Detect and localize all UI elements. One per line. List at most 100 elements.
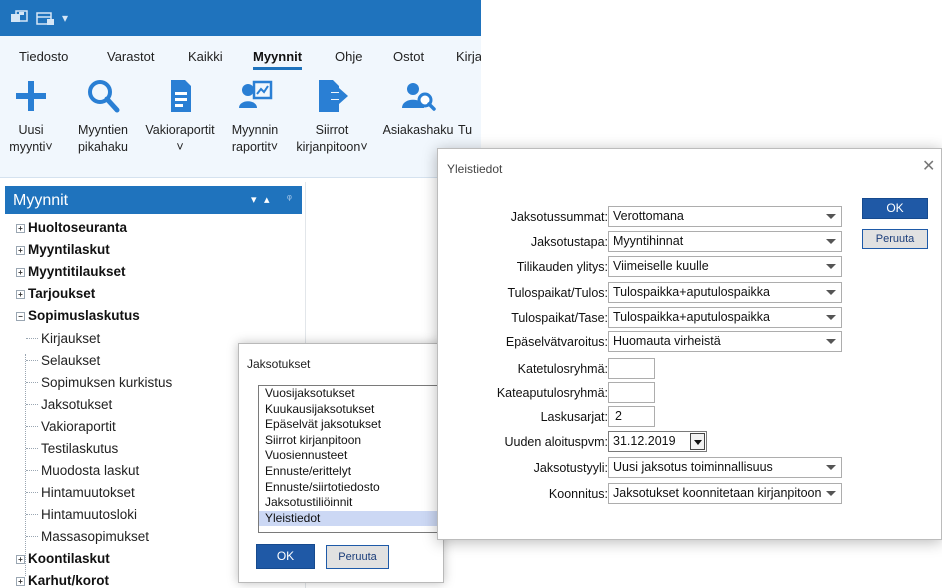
tree-item-hintamuutosloki[interactable]: Hintamuutosloki (5, 504, 137, 526)
tree-connector (26, 360, 38, 361)
calendar-dropdown-icon[interactable] (690, 433, 705, 450)
quick-search-button[interactable]: Myyntien pikahaku (70, 78, 136, 156)
jaksotussummat-select[interactable]: Verottomana (608, 206, 842, 227)
tree-item-label: Myyntitilaukset (28, 264, 126, 279)
list-item[interactable]: Vuosijaksotukset (259, 386, 442, 402)
start-date-picker[interactable]: 31.12.2019 (608, 431, 707, 452)
standard-reports-button[interactable]: Vakioraportit ˅ (137, 78, 223, 156)
transfer-to-accounting-button[interactable]: Siirrot kirjanpitoon˅ (288, 78, 376, 156)
close-icon[interactable]: ✕ (922, 156, 935, 176)
tree-item-sopimuslaskutus[interactable]: − Sopimuslaskutus (5, 306, 140, 326)
ok-button[interactable]: OK (862, 198, 928, 219)
customer-search-icon (402, 83, 436, 111)
laskusarjat-input[interactable]: 2 (608, 406, 655, 427)
tab-kaikki[interactable]: Kaikki (188, 49, 223, 64)
tab-ostot[interactable]: Ostot (393, 49, 424, 64)
new-sale-button[interactable]: Uusi myynti˅ (0, 78, 62, 156)
tab-kirjanpito[interactable]: Kirja (456, 49, 481, 64)
tree-item-label: Jaksotukset (41, 397, 113, 412)
export-arrow-icon (319, 80, 348, 112)
tree-item-sopimuksen-kurkistus[interactable]: Sopimuksen kurkistus (5, 372, 172, 394)
list-item[interactable]: Epäselvät jaksotukset (259, 417, 442, 433)
expand-icon[interactable]: + (16, 268, 25, 277)
dropdown-marker: ˅ (360, 140, 368, 154)
katetulosryhma-input[interactable] (608, 358, 655, 379)
dialog-title: Yleistiedot (447, 162, 503, 176)
ok-button[interactable]: OK (256, 544, 315, 569)
list-item[interactable]: Siirrot kirjanpitoon (259, 433, 442, 449)
tree-item-koontilaskut[interactable]: + Koontilaskut (5, 549, 110, 569)
tree-item-kirjaukset[interactable]: Kirjaukset (5, 328, 100, 350)
customer-search-button[interactable]: Asiakashaku (379, 78, 457, 139)
list-item[interactable]: Kuukausijaksotukset (259, 402, 442, 418)
expand-icon[interactable]: + (16, 290, 25, 299)
save-icon[interactable] (10, 10, 30, 29)
field-label: Epäselvätvaroitus: (505, 335, 608, 349)
tree-item-huoltoseuranta[interactable]: + Huoltoseuranta (5, 218, 127, 238)
select-value: Tulospaikka+aputulospaikka (613, 285, 770, 299)
jaksotukset-listbox[interactable]: Vuosijaksotukset Kuukausijaksotukset Epä… (258, 385, 443, 533)
tree-item-tarjoukset[interactable]: + Tarjoukset (5, 284, 95, 304)
field-label: Koonnitus: (548, 487, 608, 501)
cut-off-ribbon-button[interactable]: Tu (458, 78, 481, 139)
cancel-button[interactable]: Peruuta (326, 545, 389, 569)
field-label: Jaksotussummat: (510, 210, 608, 224)
tree-item-karhut-korot[interactable]: + Karhut/korot (5, 571, 109, 588)
tree-item-myyntilaskut[interactable]: + Myyntilaskut (5, 240, 110, 260)
chevron-down-icon (826, 339, 836, 344)
sales-reports-label-2: raportit (231, 140, 271, 154)
pin-icon[interactable]: ᵠ (287, 193, 292, 205)
expand-icon[interactable]: + (16, 246, 25, 255)
tab-myynnit[interactable]: Myynnit (253, 49, 303, 70)
chart-report-icon (239, 80, 273, 108)
cancel-button[interactable]: Peruuta (862, 229, 928, 249)
calendar-icon[interactable] (36, 10, 56, 29)
tree-item-selaukset[interactable]: Selaukset (5, 350, 100, 372)
sales-reports-button[interactable]: Myynnin raportit˅ (224, 78, 286, 156)
expand-icon[interactable]: + (16, 555, 25, 564)
new-sale-label-2: myynti (9, 140, 46, 154)
list-item[interactable]: Vuosiennusteet (259, 448, 442, 464)
tree-connector (26, 382, 38, 383)
tab-varastot[interactable]: Varastot (107, 49, 154, 64)
koonnitus-select[interactable]: Jaksotukset koonnitetaan kirjanpitoon (608, 483, 842, 504)
customize-quick-access-icon[interactable]: ▾ (62, 11, 68, 25)
chevron-down-icon[interactable]: ▾ (251, 193, 257, 206)
list-item-selected[interactable]: Yleistiedot (259, 510, 442, 527)
chevron-down-icon (826, 214, 836, 219)
yleistiedot-dialog: Yleistiedot ✕ Jaksotussummat: Verottoman… (437, 148, 942, 540)
tree-item-label: Hintamuutokset (41, 485, 135, 500)
tree-item-label: Huoltoseuranta (28, 220, 128, 235)
list-item[interactable]: Jaksotustiliöinnit (259, 495, 442, 511)
tilikauden-ylitys-select[interactable]: Viimeiselle kuulle (608, 256, 842, 277)
tree-item-massasopimukset[interactable]: Massasopimukset (5, 526, 149, 548)
tree-item-testilaskutus[interactable]: Testilaskutus (5, 438, 118, 460)
list-item[interactable]: Ennuste/erittelyt (259, 464, 442, 480)
kateaputulosryhma-input[interactable] (608, 382, 655, 403)
select-value: Verottomana (613, 209, 684, 223)
chevron-up-icon[interactable]: ▴ (264, 193, 270, 206)
tree-item-label: Testilaskutus (41, 441, 119, 456)
new-sale-label-1: Uusi (18, 123, 44, 137)
tree-item-label: Koontilaskut (28, 551, 110, 566)
epaselvatvaroitus-select[interactable]: Huomauta virheistä (608, 331, 842, 352)
tulospaikat-tulos-select[interactable]: Tulospaikka+aputulospaikka (608, 282, 842, 303)
expand-icon[interactable]: + (16, 224, 25, 233)
tree-item-hintamuutokset[interactable]: Hintamuutokset (5, 482, 135, 504)
tab-ohje[interactable]: Ohje (335, 49, 362, 64)
jaksotukset-dialog: Jaksotukset Vuosijaksotukset Kuukausijak… (238, 343, 444, 583)
tree-item-myyntitilaukset[interactable]: + Myyntitilaukset (5, 262, 126, 282)
tree-item-vakioraportit[interactable]: Vakioraportit (5, 416, 116, 438)
tab-tiedosto[interactable]: Tiedosto (19, 49, 68, 64)
expand-icon[interactable]: + (16, 577, 25, 586)
tree-item-jaksotukset[interactable]: Jaksotukset (5, 394, 112, 416)
jaksotustyyli-select[interactable]: Uusi jaksotus toiminnallisuus (608, 457, 842, 478)
list-item[interactable]: Ennuste/siirtotiedosto (259, 480, 442, 496)
date-value: 31.12.2019 (613, 434, 676, 448)
tree-item-label: Hintamuutosloki (41, 507, 138, 522)
jaksotustapa-select[interactable]: Myyntihinnat (608, 231, 842, 252)
tree-item-label: Kirjaukset (41, 331, 101, 346)
tree-item-muodosta-laskut[interactable]: Muodosta laskut (5, 460, 139, 482)
tulospaikat-tase-select[interactable]: Tulospaikka+aputulospaikka (608, 307, 842, 328)
collapse-icon[interactable]: − (16, 312, 25, 321)
